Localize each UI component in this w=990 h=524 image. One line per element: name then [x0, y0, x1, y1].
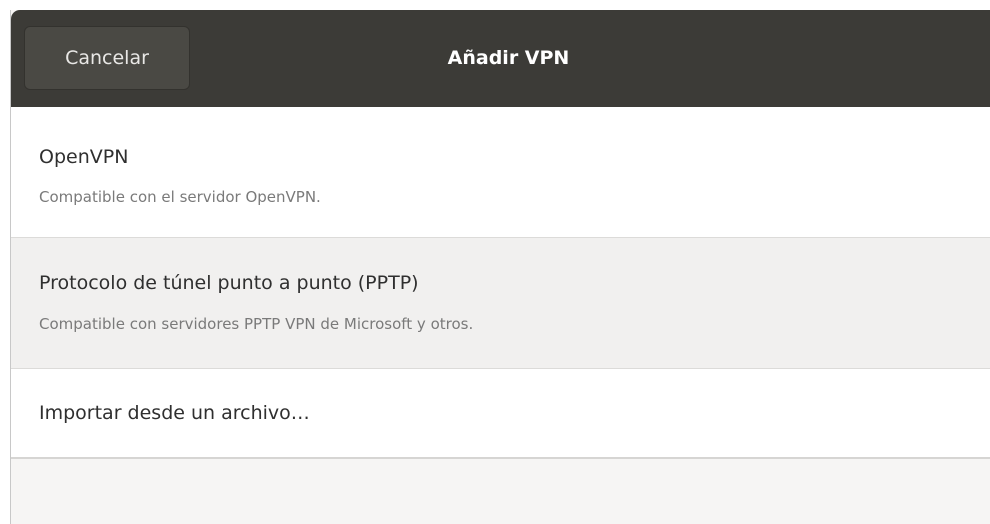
- option-pptp[interactable]: Protocolo de túnel punto a punto (PPTP) …: [11, 238, 990, 369]
- option-subtitle: Compatible con el servidor OpenVPN.: [39, 188, 321, 206]
- option-title: Protocolo de túnel punto a punto (PPTP): [39, 272, 419, 294]
- vpn-type-list: OpenVPN Compatible con el servidor OpenV…: [11, 107, 990, 459]
- header-bar: Cancelar Añadir VPN: [11, 10, 990, 107]
- option-title: Importar desde un archivo…: [39, 402, 310, 424]
- dialog-title: Añadir VPN: [447, 47, 570, 69]
- option-openvpn[interactable]: OpenVPN Compatible con el servidor OpenV…: [11, 107, 990, 238]
- option-subtitle: Compatible con servidores PPTP VPN de Mi…: [39, 315, 474, 333]
- cancel-button[interactable]: Cancelar: [24, 26, 190, 90]
- add-vpn-dialog: Cancelar Añadir VPN OpenVPN Compatible c…: [10, 10, 990, 524]
- option-import-file[interactable]: Importar desde un archivo…: [11, 369, 990, 459]
- option-title: OpenVPN: [39, 146, 129, 168]
